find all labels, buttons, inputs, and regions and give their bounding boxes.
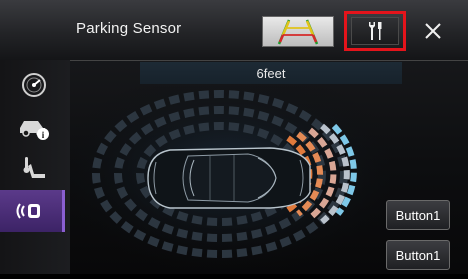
button-1[interactable]: Button1 xyxy=(386,200,450,230)
page-title: Parking Sensor xyxy=(76,20,182,37)
header-bar: Parking Sensor xyxy=(0,0,468,61)
gauge-icon xyxy=(22,73,46,97)
parking-guide-lines-icon xyxy=(277,19,319,45)
parking-sensor-visual xyxy=(70,86,390,274)
settings-button[interactable] xyxy=(344,11,406,51)
parking-sensor-icon xyxy=(16,203,40,219)
distance-label: 6feet xyxy=(256,65,286,81)
distance-indicator: 6feet xyxy=(140,62,402,84)
close-button[interactable] xyxy=(416,14,450,48)
sidebar: i xyxy=(0,60,70,274)
parking-guide-button[interactable] xyxy=(262,16,334,47)
sidebar-item-seat-temperature[interactable] xyxy=(6,148,62,190)
settings-button-face xyxy=(351,17,399,45)
sidebar-item-car-info[interactable]: i xyxy=(6,106,62,148)
sensor-diagram xyxy=(70,86,390,274)
car-info-icon: i xyxy=(20,121,49,140)
parking-sensor-screen: Parking Sensor i 6feet Button1 Button1 xyxy=(0,0,468,274)
car-image xyxy=(147,147,311,209)
settings-wrench-screwdriver-icon xyxy=(369,22,382,40)
close-icon xyxy=(425,23,441,39)
seat-temperature-icon xyxy=(23,157,45,178)
sidebar-item-gauge[interactable] xyxy=(6,64,62,106)
button-2[interactable]: Button1 xyxy=(386,240,450,270)
sidebar-item-parking-sensor[interactable] xyxy=(0,190,65,232)
